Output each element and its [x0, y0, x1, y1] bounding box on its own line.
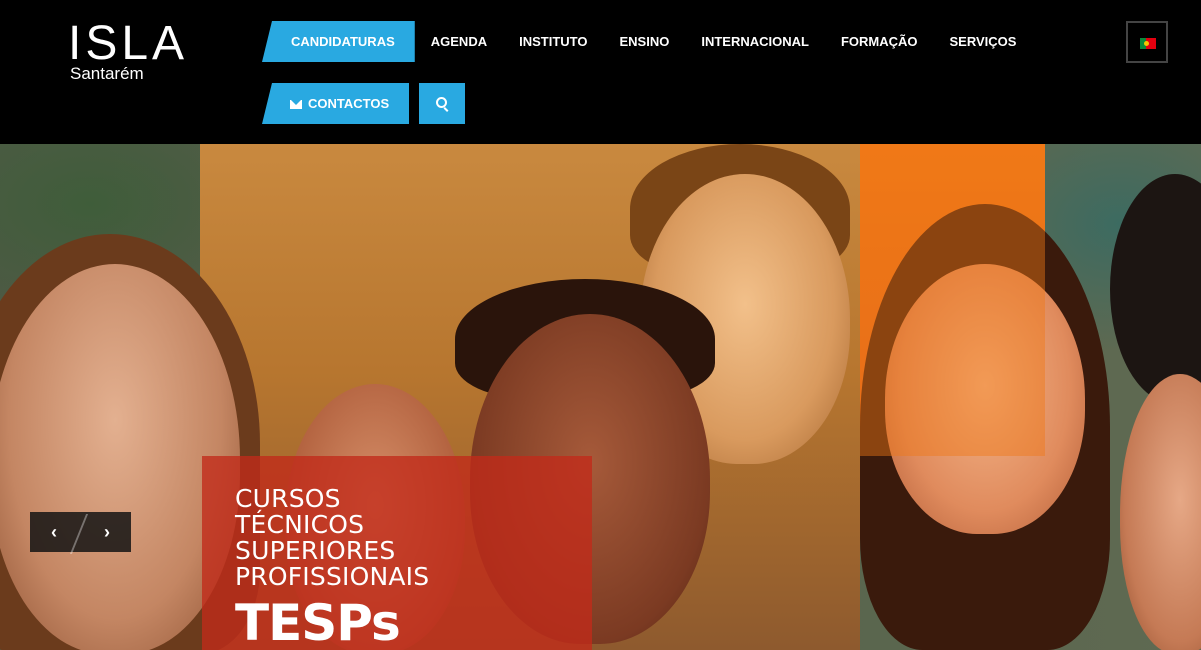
envelope-icon [290, 100, 302, 109]
site-logo[interactable]: ISLA Santarém [68, 20, 228, 90]
hero-headline: CURSOS TÉCNICOS SUPERIORES PROFISSIONAIS… [235, 484, 430, 650]
nav-item-servicos[interactable]: SERVIÇOS [933, 21, 1032, 62]
logo-mark: ISLA [68, 17, 189, 70]
contacts-label: CONTACTOS [308, 96, 390, 111]
hero-line: CURSOS [235, 484, 341, 513]
nav-item-formacao[interactable]: FORMAÇÃO [825, 21, 934, 62]
chevron-right-icon: › [104, 522, 110, 542]
language-selector[interactable] [1126, 21, 1168, 63]
secondary-nav: CONTACTOS [262, 83, 466, 124]
search-button[interactable] [419, 83, 466, 124]
logo-subtitle: Santarém [70, 64, 144, 83]
hero-line: SUPERIORES [235, 536, 396, 565]
site-header: ISLA Santarém CANDIDATURAS AGENDA INSTIT… [0, 0, 1201, 144]
hero-person-far-right [1120, 374, 1201, 650]
chevron-left-icon: ‹ [51, 522, 57, 542]
hero-line: PROFISSIONAIS [235, 562, 430, 591]
nav-item-candidaturas[interactable]: CANDIDATURAS [262, 21, 415, 62]
hero-slider: CURSOS TÉCNICOS SUPERIORES PROFISSIONAIS… [0, 144, 1201, 650]
search-icon [436, 97, 448, 108]
slider-prev-button[interactable]: ‹ [30, 512, 78, 552]
nav-item-internacional[interactable]: INTERNACIONAL [685, 21, 825, 62]
hero-brand: TESPs [235, 594, 401, 650]
nav-item-ensino[interactable]: ENSINO [603, 21, 685, 62]
portugal-flag-icon [1140, 38, 1156, 49]
nav-item-agenda[interactable]: AGENDA [415, 21, 503, 62]
slider-controls: ‹ › [30, 512, 131, 554]
main-nav: CANDIDATURAS AGENDA INSTITUTO ENSINO INT… [262, 21, 1032, 62]
contacts-button[interactable]: CONTACTOS [262, 83, 410, 124]
hero-line: TÉCNICOS [235, 510, 365, 539]
slider-next-button[interactable]: › [83, 512, 131, 552]
nav-item-instituto[interactable]: INSTITUTO [503, 21, 603, 62]
